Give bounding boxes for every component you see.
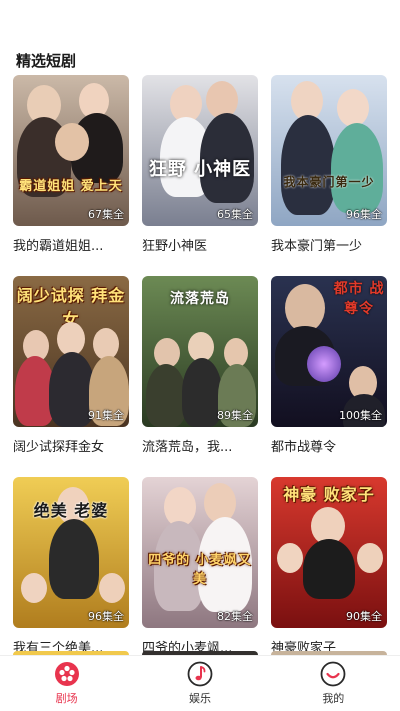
- tab-theater[interactable]: 剧场: [0, 656, 133, 711]
- drama-poster: 阔少试探 拜金女 91集全: [13, 276, 129, 427]
- episode-count: 82集全: [217, 610, 253, 623]
- tab-label: 娱乐: [188, 692, 211, 705]
- drama-poster: 神豪 败家子 90集全: [271, 477, 387, 628]
- episode-count: 91集全: [88, 409, 124, 422]
- drama-poster: 我本豪门第一少 96集全: [271, 75, 387, 226]
- drama-poster: 绝美 老婆 96集全: [13, 477, 129, 628]
- drama-title: 我本豪门第一少: [271, 239, 363, 254]
- drama-card[interactable]: 四爷的 小麦飒又美 82集全 四爷的小麦飒...: [142, 477, 258, 656]
- episode-count: 100集全: [339, 409, 382, 422]
- drama-poster: 霸道姐姐 爱上天 67集全: [13, 75, 129, 226]
- music-note-icon: [185, 661, 215, 687]
- drama-card[interactable]: 我本豪门第一少 96集全 我本豪门第一少: [271, 75, 387, 254]
- drama-card[interactable]: 神豪 败家子 90集全 神豪败家子: [271, 477, 387, 656]
- episode-count: 96集全: [346, 208, 382, 221]
- poster-title-art: 流落荒岛: [170, 291, 230, 307]
- drama-card[interactable]: 都市 战尊令 100集全 都市战尊令: [271, 276, 387, 455]
- drama-poster: 都市 战尊令 100集全: [271, 276, 387, 427]
- drama-poster: 狂野 小神医 65集全: [142, 75, 258, 226]
- drama-card[interactable]: 绝美 老婆 96集全 我有三个绝美...: [13, 477, 129, 656]
- episode-count: 90集全: [346, 610, 382, 623]
- tab-mine[interactable]: 我的: [267, 656, 400, 711]
- tab-label: 我的: [322, 692, 345, 705]
- drama-card[interactable]: 流落荒岛 89集全 流落荒岛，我...: [142, 276, 258, 455]
- drama-card[interactable]: 狂野 小神医 65集全 狂野小神医: [142, 75, 258, 254]
- drama-card[interactable]: 阔少试探 拜金女 91集全 阔少试探拜金女: [13, 276, 129, 455]
- poster-title-art: 都市 战尊令: [333, 281, 385, 317]
- drama-title: 阔少试探拜金女: [13, 440, 105, 455]
- drama-card[interactable]: 霸道姐姐 爱上天 67集全 我的霸道姐姐...: [13, 75, 129, 254]
- poster-title-art: 神豪 败家子: [283, 485, 375, 504]
- poster-title-art: 霸道姐姐 爱上天: [19, 179, 123, 194]
- drama-title: 都市战尊令: [271, 440, 337, 455]
- tab-entertainment[interactable]: 娱乐: [133, 656, 266, 711]
- drama-poster: 四爷的 小麦飒又美 82集全: [142, 477, 258, 628]
- poster-title-art: 我本豪门第一少: [283, 175, 375, 189]
- film-reel-icon: [52, 662, 82, 686]
- episode-count: 67集全: [88, 208, 124, 221]
- drama-title: 流落荒岛，我...: [142, 440, 233, 455]
- poster-title-art: 狂野 小神医: [148, 159, 252, 180]
- drama-grid: 霸道姐姐 爱上天 67集全 我的霸道姐姐... 狂野 小神医 65集全 狂野小神…: [13, 75, 388, 656]
- episode-count: 96集全: [88, 610, 124, 623]
- section-title: 精选短剧: [16, 52, 77, 70]
- bottom-tab-bar: 剧场 娱乐 我的: [0, 655, 400, 711]
- poster-title-art: 四爷的 小麦飒又美: [148, 553, 252, 587]
- episode-count: 65集全: [217, 208, 253, 221]
- drama-poster: 流落荒岛 89集全: [142, 276, 258, 427]
- tab-label: 剧场: [55, 692, 78, 705]
- drama-title: 狂野小神医: [142, 239, 208, 254]
- episode-count: 89集全: [217, 409, 253, 422]
- poster-title-art: 绝美 老婆: [33, 501, 109, 520]
- smile-face-icon: [318, 661, 348, 687]
- drama-title: 我的霸道姐姐...: [13, 239, 104, 254]
